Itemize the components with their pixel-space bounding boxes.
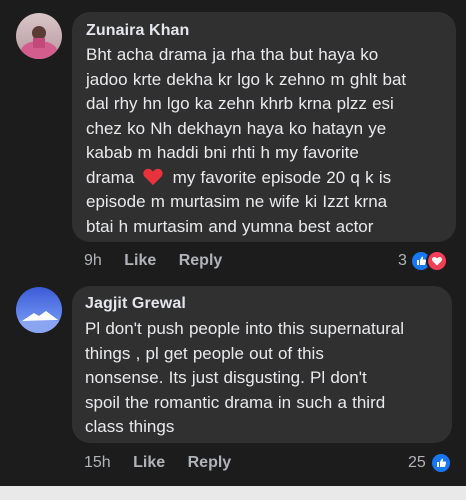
avatar[interactable] xyxy=(16,287,62,333)
like-button[interactable]: Like xyxy=(124,252,156,269)
comment-line: Pl don't push people into this supernatu… xyxy=(85,319,405,338)
comment-line: chez ko Nh dekhayn haya ko hatayn ye xyxy=(86,118,387,138)
thumbs-up-icon xyxy=(436,458,446,467)
reaction-count: 25 xyxy=(408,454,426,471)
comment-bubble: Jagjit Grewal Pl don't push people into … xyxy=(72,286,452,443)
comment-line: Bht acha drama ja rha tha but haya ko xyxy=(86,45,379,64)
bottom-edge xyxy=(0,486,466,500)
comment-author[interactable]: Zunaira Khan xyxy=(86,22,444,40)
reaction-count: 3 xyxy=(398,252,407,269)
heart-emoji-icon xyxy=(143,168,164,185)
comment-line-part: drama xyxy=(86,167,135,187)
comment-actions: 9h Like Reply xyxy=(84,252,222,270)
avatar[interactable] xyxy=(16,13,62,59)
profile-photo-icon xyxy=(16,13,62,59)
comment-line: jadoo krte dekha kr lgo k zehno m ghlt b… xyxy=(86,69,407,89)
comment-timestamp[interactable]: 15h xyxy=(84,454,111,471)
profile-photo-icon xyxy=(16,287,62,333)
comment-line: nonsense. Its just disgusting. Pl don't xyxy=(85,368,367,387)
comment-line: class things xyxy=(85,417,175,436)
comment-line: spoil the romantic drama in such a third xyxy=(85,392,386,412)
comment-line-part: my favorite episode 20 q k is xyxy=(172,167,392,187)
comment-line-with-emoji: drama my favorite episode 20 q k is xyxy=(86,166,444,191)
reply-button[interactable]: Reply xyxy=(188,454,232,471)
comment-author[interactable]: Jagjit Grewal xyxy=(85,295,440,313)
comment-line: episode m murtasim ne wife ki Izzt krna xyxy=(86,192,388,211)
comment-line: btai h murtasim and yumna best actor xyxy=(86,216,374,236)
comment-text: Bht acha drama ja rha tha but haya ko ja… xyxy=(86,43,444,239)
comment-line: kabab m haddi bni rhti h my favorite xyxy=(86,143,359,162)
like-icon xyxy=(429,452,452,474)
comment-line: dal rhy hn lgo ka zehn khrb krna plzz es… xyxy=(86,94,394,113)
comment-timestamp[interactable]: 9h xyxy=(84,252,102,269)
heart-shape-icon xyxy=(431,256,442,266)
like-button[interactable]: Like xyxy=(133,454,165,471)
comment-text: Pl don't push people into this supernatu… xyxy=(85,317,440,440)
reply-button[interactable]: Reply xyxy=(179,252,223,269)
comment-actions: 15h Like Reply xyxy=(84,454,231,472)
comment-line: things , pl get people out of this xyxy=(85,343,324,363)
reaction-summary[interactable]: 25 xyxy=(408,452,452,474)
heart-icon xyxy=(425,250,448,272)
reaction-summary[interactable]: 3 xyxy=(398,250,448,272)
comment-bubble: Zunaira Khan Bht acha drama ja rha tha b… xyxy=(72,12,456,242)
